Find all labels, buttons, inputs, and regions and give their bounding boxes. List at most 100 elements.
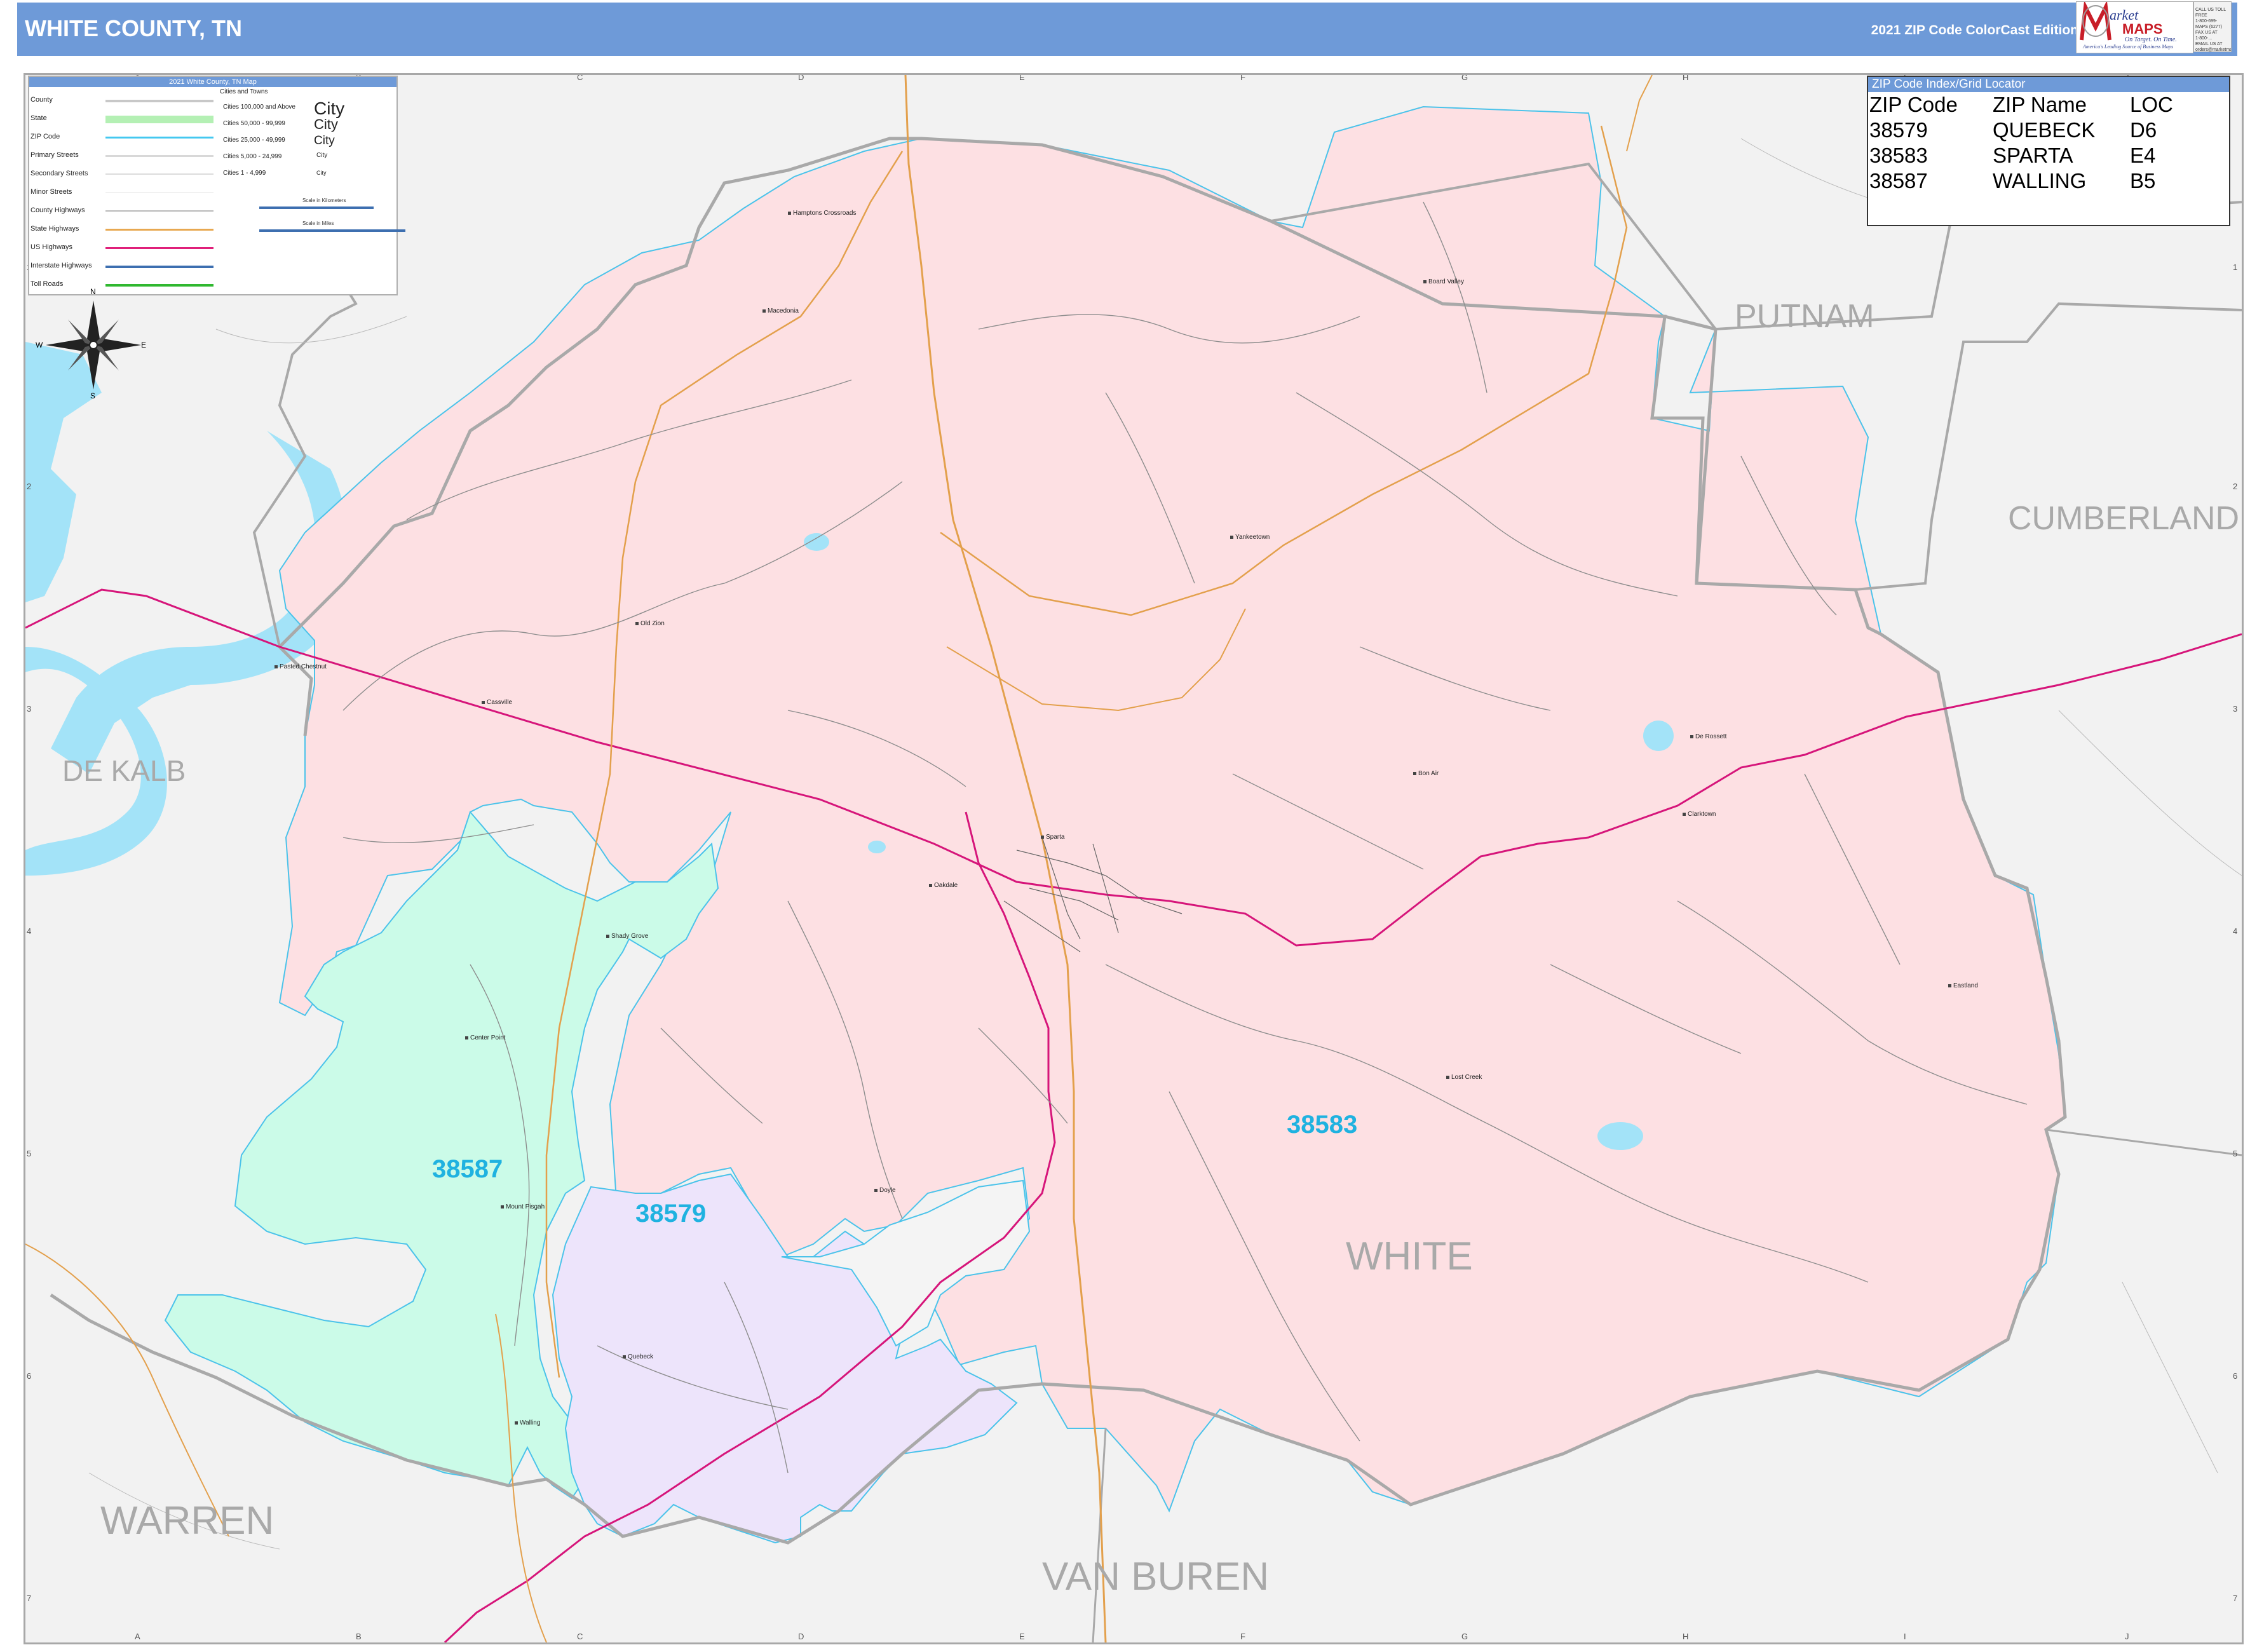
zip-index-table: ZIP Code ZIP Name LOC 38579 QUEBECK D6 3… xyxy=(1869,92,2173,194)
grid-row-2-right: 2 xyxy=(2233,482,2238,491)
legend-label-county: County xyxy=(30,96,53,104)
zip-label-38583[interactable]: 38583 xyxy=(1287,1111,1357,1139)
place-doyle: Doyle xyxy=(874,1187,896,1194)
zip-label-38579[interactable]: 38579 xyxy=(635,1200,706,1228)
legend-label-primary: Primary Streets xyxy=(30,151,79,159)
zip-index-col-name: ZIP Name xyxy=(1993,93,2087,116)
grid-col-g-bottom: G xyxy=(1461,1632,1468,1641)
grid-col-h-bottom: H xyxy=(1683,1632,1689,1641)
compass-w: W xyxy=(36,341,43,349)
place-eastland: Eastland xyxy=(1948,982,1978,989)
grid-row-5: 5 xyxy=(27,1149,32,1158)
zip-index-col-zip: ZIP Code xyxy=(1869,93,1958,116)
legend-cities-heading: Cities and Towns xyxy=(220,88,268,95)
legend-swatch-state-hwy xyxy=(105,229,213,231)
map-canvas[interactable] xyxy=(25,75,2242,1642)
map-legend: 2021 White County, TN Map County State Z… xyxy=(28,76,405,295)
county-label-putnam: PUTNAM xyxy=(1735,298,1874,335)
place-mount-pisgah: Mount Pisgah xyxy=(501,1203,545,1210)
legend-swatch-county-hwy xyxy=(105,210,213,212)
grid-col-f-bottom: F xyxy=(1240,1632,1245,1641)
contact-line: 1-800-699-MAPS (6277) xyxy=(2195,19,2223,29)
grid-row-4: 4 xyxy=(27,926,32,936)
compass-n: N xyxy=(90,287,96,296)
edition-label: 2021 ZIP Code ColorCast Edition xyxy=(1871,23,2078,37)
grid-row-2: 2 xyxy=(27,482,32,491)
table-row[interactable]: 38579 QUEBECK D6 xyxy=(1869,118,2173,143)
grid-col-f: F xyxy=(1240,73,1245,82)
grid-col-a-bottom: A xyxy=(135,1632,140,1641)
legend-city-class-2: Cities 50,000 - 99,999 xyxy=(223,120,285,127)
place-walling: Walling xyxy=(515,1419,540,1426)
grid-row-3-right: 3 xyxy=(2233,704,2238,714)
grid-col-c: C xyxy=(577,73,583,82)
grid-row-6-right: 6 xyxy=(2233,1371,2238,1381)
lake xyxy=(804,533,829,551)
logo-subtagline: America's Leading Source of Business Map… xyxy=(2083,44,2174,50)
legend-swatch-us-hwy xyxy=(105,247,213,249)
county-label-dekalb: DE KALB xyxy=(62,754,186,787)
county-label-cumberland: CUMBERLAND xyxy=(2008,500,2240,537)
legend-label-county-hwy: County Highways xyxy=(30,207,85,214)
legend-label-secondary: Secondary Streets xyxy=(30,170,88,177)
place-clarktown: Clarktown xyxy=(1683,811,1716,818)
map-title: WHITE COUNTY, TN xyxy=(25,15,242,41)
place-old-zion: Old Zion xyxy=(635,620,665,627)
place-quebeck: Quebeck xyxy=(623,1353,653,1360)
place-hamptons-crossroads: Hamptons Crossroads xyxy=(788,210,856,217)
place-oakdale: Oakdale xyxy=(929,882,958,889)
legend-label-toll: Toll Roads xyxy=(30,280,64,288)
zip-loc-cell: D6 xyxy=(2130,118,2157,142)
legend-city-class-1: Cities 100,000 and Above xyxy=(223,104,295,111)
legend-title: 2021 White County, TN Map xyxy=(29,77,396,87)
contact-line: CALL US TOLL FREE xyxy=(2195,8,2226,18)
legend-swatch-toll xyxy=(105,284,213,287)
zip-code-cell: 38583 xyxy=(1869,144,1928,167)
place-lost-creek: Lost Creek xyxy=(1446,1074,1482,1081)
legend-city-class-3: Cities 25,000 - 49,999 xyxy=(223,137,285,144)
legend-city-class-5: Cities 1 - 4,999 xyxy=(223,170,266,177)
logo-tagline: On Target. On Time. xyxy=(2125,36,2177,43)
grid-row-5-right: 5 xyxy=(2233,1149,2238,1158)
scale-mi-label: Scale in Miles xyxy=(302,220,334,226)
zip-name-cell: QUEBECK xyxy=(1993,118,2096,142)
grid-col-g: G xyxy=(1461,73,1468,82)
grid-col-i-bottom: I xyxy=(1904,1632,1906,1641)
legend-city-sample-2: City xyxy=(314,116,338,132)
place-bon-air: Bon Air xyxy=(1413,770,1439,777)
scale-mi-bar xyxy=(259,229,405,232)
zip-index-col-loc: LOC xyxy=(2130,93,2173,116)
table-row[interactable]: 38583 SPARTA E4 xyxy=(1869,143,2173,168)
grid-row-6: 6 xyxy=(27,1371,32,1381)
compass-rose-icon: N S W E xyxy=(36,287,147,400)
lake xyxy=(868,841,886,853)
place-cassville: Cassville xyxy=(482,699,512,706)
scale-km-label: Scale in Kilometers xyxy=(302,198,346,203)
table-row[interactable]: 38587 WALLING B5 xyxy=(1869,168,2173,194)
place-board-valley: Board Valley xyxy=(1423,278,1464,285)
logo-word-maps: MAPS xyxy=(2122,21,2163,37)
zip-code-cell: 38579 xyxy=(1869,118,1928,142)
map-frame[interactable]: A B C D E F G H I J A B C D E F G H I J … xyxy=(24,73,2244,1644)
legend-city-sample-3: City xyxy=(314,134,335,147)
place-yankeetown: Yankeetown xyxy=(1230,534,1270,541)
grid-row-4-right: 4 xyxy=(2233,926,2238,936)
zip-index-header-row: ZIP Code ZIP Name LOC xyxy=(1869,92,2173,118)
place-macedonia: Macedonia xyxy=(762,308,799,315)
legend-swatch-minor xyxy=(105,192,213,193)
zip-code-cell: 38587 xyxy=(1869,169,1928,193)
scale-km-bar xyxy=(259,207,374,209)
legend-label-state: State xyxy=(30,114,47,122)
grid-col-c-bottom: C xyxy=(577,1632,583,1641)
compass-e: E xyxy=(141,341,147,349)
zip-loc-cell: E4 xyxy=(2130,144,2156,167)
legend-swatch-county xyxy=(105,100,213,102)
county-label-warren: WARREN xyxy=(100,1499,274,1543)
grid-row-7-right: 7 xyxy=(2233,1594,2238,1603)
legend-city-sample-4: City xyxy=(316,152,328,159)
place-sparta: Sparta xyxy=(1041,834,1064,841)
zip-label-38587[interactable]: 38587 xyxy=(432,1155,503,1184)
outside-state-highway xyxy=(25,1243,229,1537)
legend-label-minor: Minor Streets xyxy=(30,188,72,196)
logo-contact-block: CALL US TOLL FREE 1-800-699-MAPS (6277) … xyxy=(2193,1,2232,52)
